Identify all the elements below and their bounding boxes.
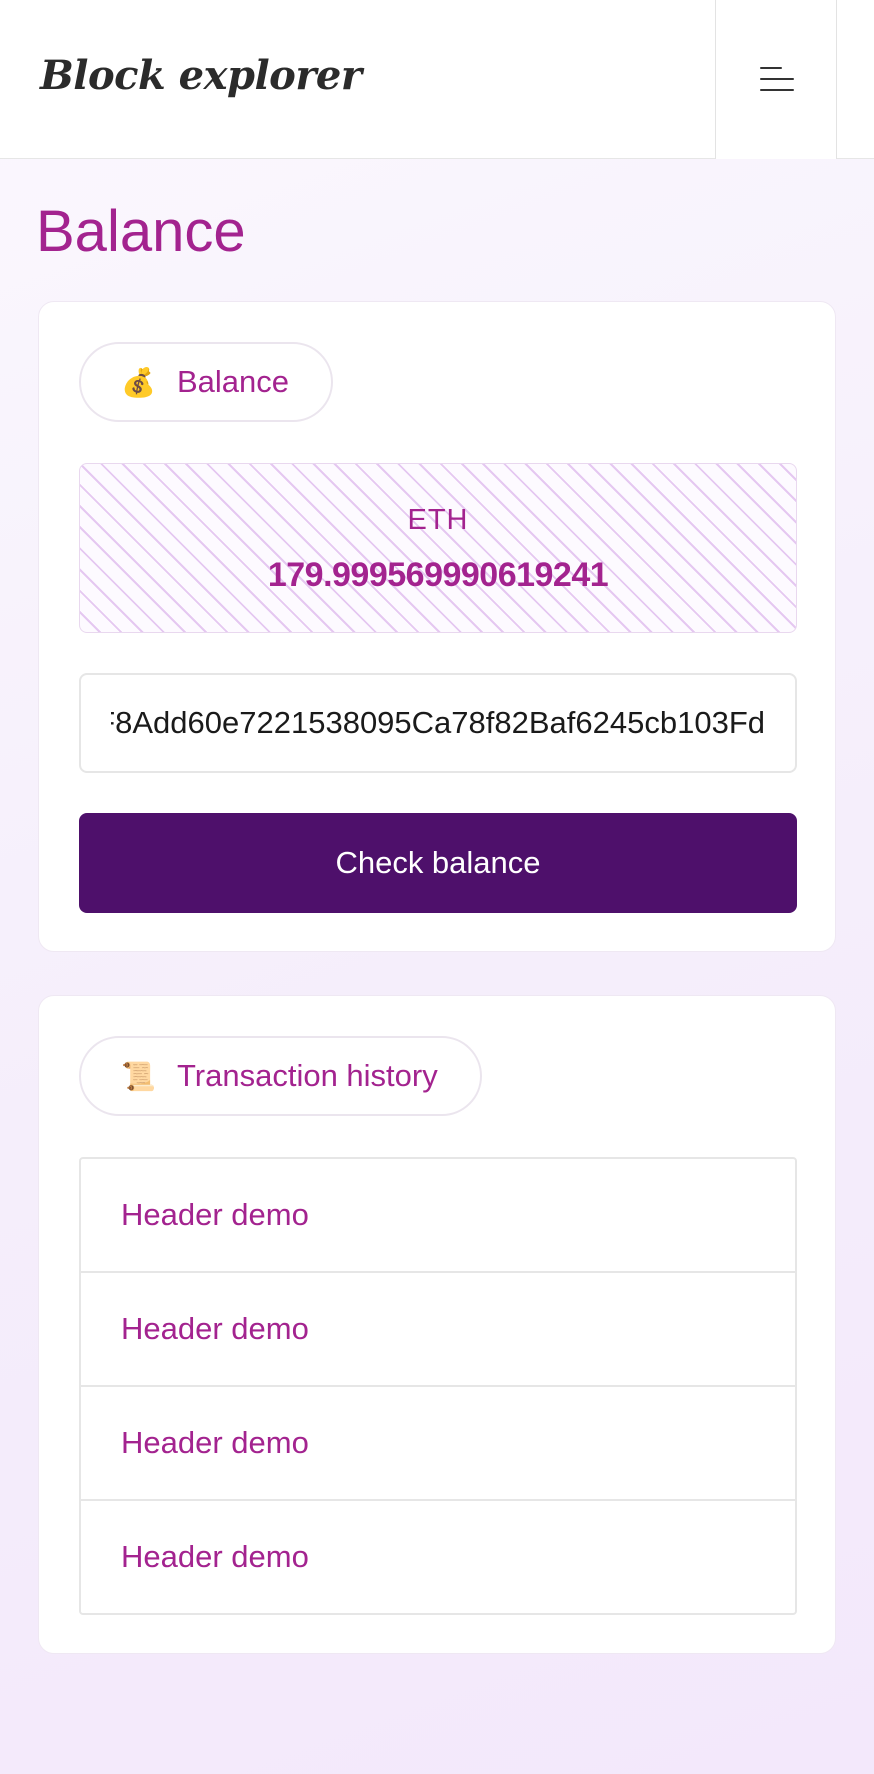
list-item[interactable]: Header demo xyxy=(81,1271,795,1385)
list-item-label: Header demo xyxy=(121,1425,309,1460)
balance-section-label: 💰 Balance xyxy=(79,342,334,422)
balance-amount: 179.999569990619241 xyxy=(267,556,609,594)
list-item-label: Header demo xyxy=(121,1311,309,1346)
page-title: Balance xyxy=(36,199,246,264)
balance-display: ETH 179.999569990619241 xyxy=(79,463,797,633)
list-item[interactable]: Header demo xyxy=(81,1385,795,1499)
address-input[interactable] xyxy=(79,673,797,773)
transaction-history-section-label: 📜 Transaction history xyxy=(79,1036,482,1116)
transaction-list: Header demo Header demo Header demo Head… xyxy=(79,1157,797,1615)
brand-logo[interactable]: Block explorer xyxy=(40,52,362,99)
scroll-icon: 📜 xyxy=(121,1059,156,1093)
transaction-history-card: 📜 Transaction history Header demo Header… xyxy=(38,995,836,1654)
currency-label: ETH xyxy=(407,504,469,536)
money-bag-icon: 💰 xyxy=(121,365,156,399)
check-balance-button[interactable]: Check balance xyxy=(79,813,797,913)
list-item[interactable]: Header demo xyxy=(81,1159,795,1271)
list-item-label: Header demo xyxy=(121,1197,309,1232)
top-navbar: Block explorer xyxy=(0,0,874,159)
list-item[interactable]: Header demo xyxy=(81,1499,795,1613)
transaction-history-label: Transaction history xyxy=(177,1058,438,1093)
menu-button[interactable] xyxy=(715,0,837,159)
balance-card: 💰 Balance ETH 179.999569990619241 Check … xyxy=(38,301,836,952)
balance-label: Balance xyxy=(177,364,290,399)
list-item-label: Header demo xyxy=(121,1539,309,1574)
